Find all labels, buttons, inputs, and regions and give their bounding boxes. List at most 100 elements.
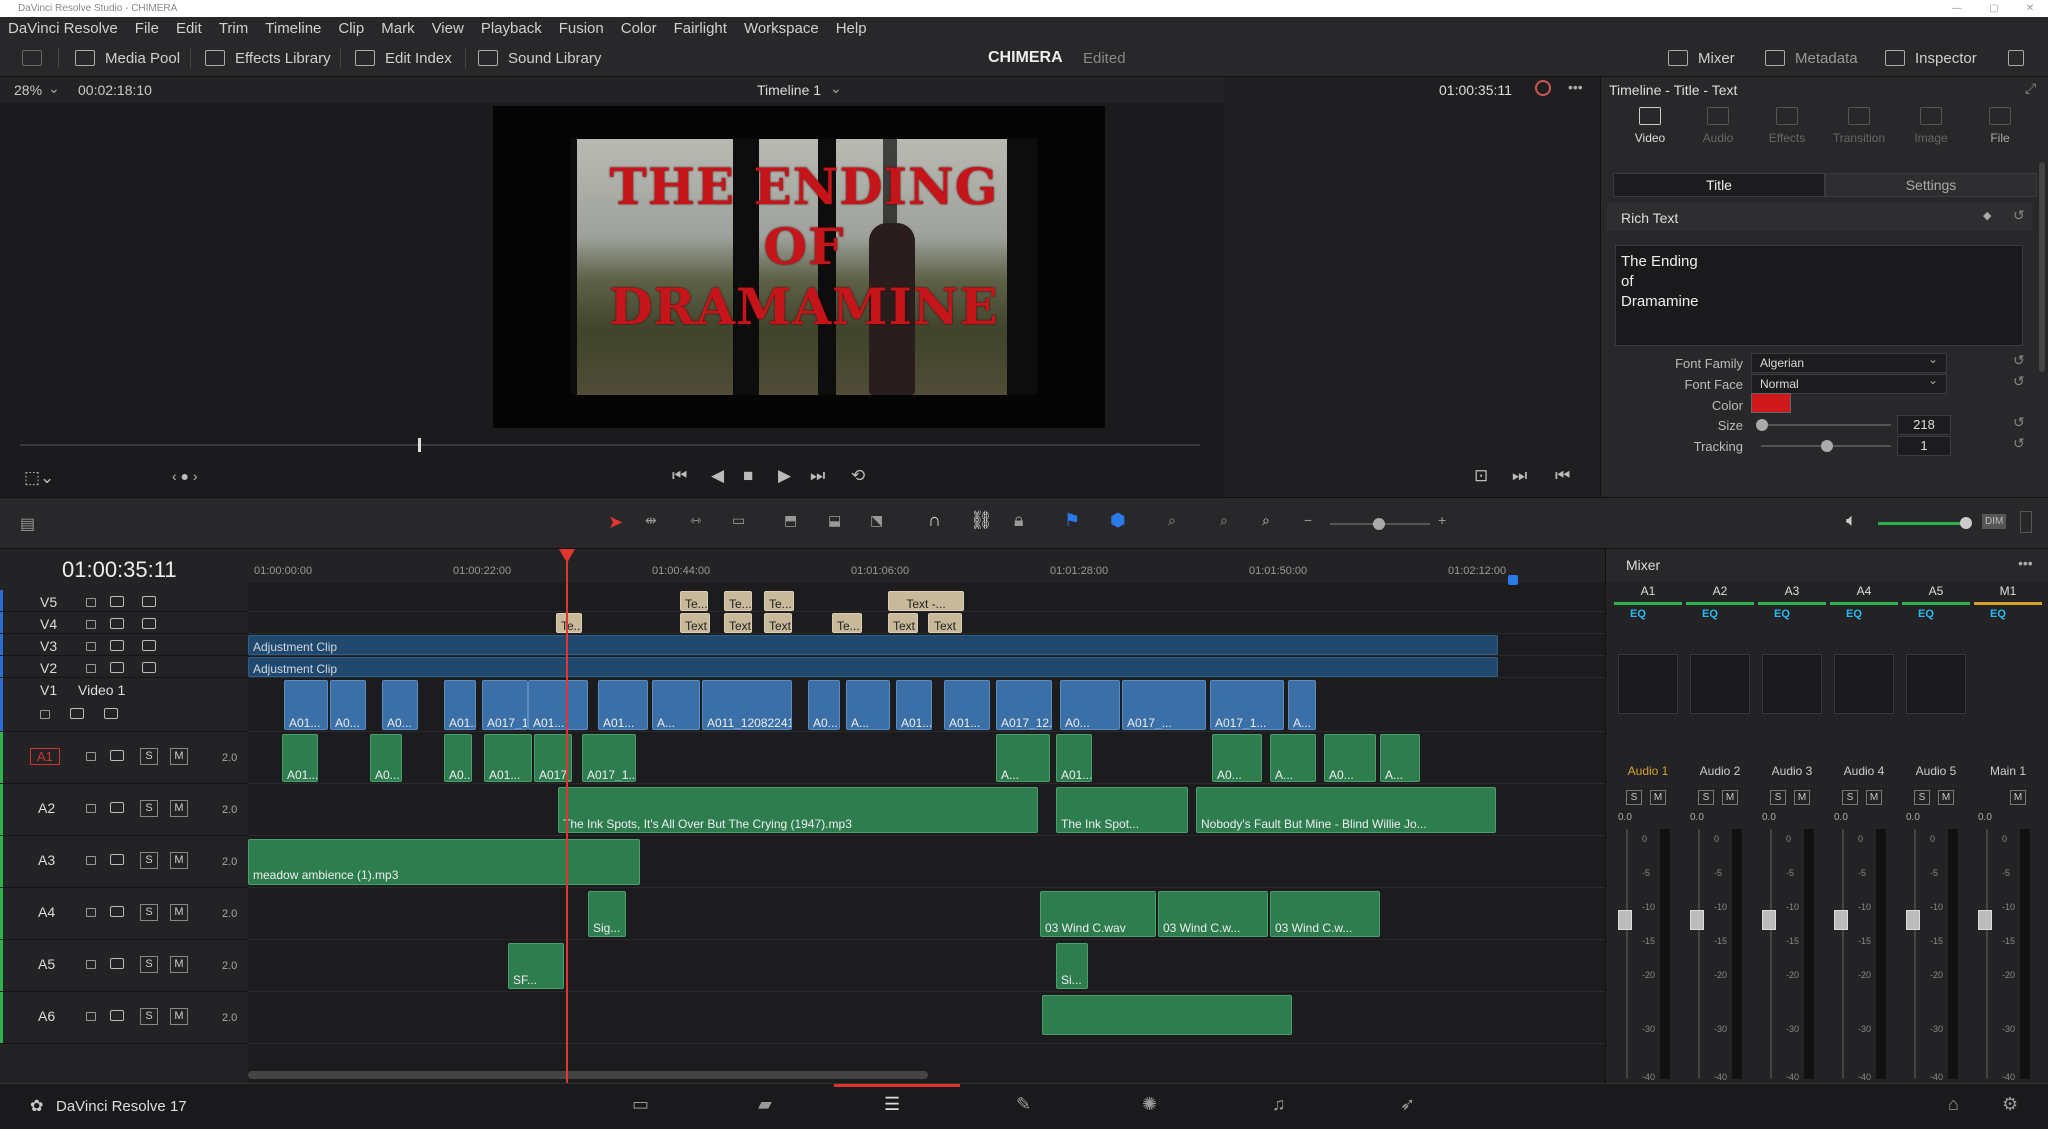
mute-button[interactable]: M [1794, 790, 1810, 805]
timeline-clip[interactable]: Sig... [588, 891, 626, 937]
video-track-header[interactable]: V2 [0, 656, 248, 678]
pan-control[interactable] [1906, 654, 1966, 714]
fader-knob[interactable] [1834, 910, 1848, 930]
mute-button[interactable]: M [2010, 790, 2026, 805]
fusion-page-icon[interactable]: ✎ [1016, 1094, 1031, 1115]
zoom-detail-icon[interactable]: ⌕ [1220, 512, 1228, 529]
mixer-channel[interactable]: A1EQAudio 1SM0.00-5-10-15-20-30-40-50 [1612, 584, 1684, 1108]
timeline-clip[interactable]: Text [888, 613, 918, 633]
inspector-scrollbar[interactable] [2039, 162, 2045, 372]
menu-edit[interactable]: Edit [176, 20, 202, 37]
auto-select-icon[interactable] [110, 750, 124, 761]
eq-button[interactable]: EQ [1846, 608, 1862, 620]
marker-icon[interactable]: ⬢ [1110, 510, 1126, 531]
auto-select-icon[interactable] [110, 662, 124, 673]
zoom-full-icon[interactable]: ⌕ [1168, 512, 1176, 529]
mute-button[interactable]: M [170, 956, 188, 973]
solo-button[interactable]: S [1842, 790, 1858, 805]
timeline-clip[interactable]: 03 Wind C.w... [1158, 891, 1268, 937]
transform-icon[interactable]: ⬚⌄ [24, 468, 54, 488]
overwrite-icon[interactable]: ⬓ [828, 512, 841, 529]
timeline-clip[interactable]: A017_... [1122, 680, 1206, 730]
track-visibility-icon[interactable] [104, 708, 118, 719]
fader-knob[interactable] [1618, 910, 1632, 930]
timeline-tracks[interactable]: Te... Te... Te... Text -... Te... Text Text Tex… [248, 549, 1605, 1083]
track-visibility-icon[interactable] [142, 662, 156, 673]
mixer-channel[interactable]: A2EQAudio 2SM0.00-5-10-15-20-30-40-50 [1684, 584, 1756, 1108]
timeline-clip[interactable]: Te... [556, 613, 582, 633]
menu-timeline[interactable]: Timeline [265, 20, 321, 37]
lock-icon[interactable] [86, 1012, 96, 1021]
menu-color[interactable]: Color [621, 20, 657, 37]
match-frame-icon[interactable]: ⊡ [1474, 466, 1488, 486]
media-page-icon[interactable]: ▭ [632, 1094, 649, 1115]
timeline-clip[interactable]: A... [1288, 680, 1316, 730]
mute-button[interactable]: M [170, 1008, 188, 1025]
lock-icon[interactable] [86, 960, 96, 969]
mixer-channel[interactable]: A5EQAudio 5SM0.00-5-10-15-20-30-40-50 [1900, 584, 1972, 1108]
snapping-icon[interactable]: ∩ [928, 510, 941, 531]
timeline-clip[interactable]: A01... [1056, 734, 1092, 782]
mute-button[interactable]: M [1722, 790, 1738, 805]
link-icon[interactable]: ⛓ [970, 510, 993, 531]
zoom-in-icon[interactable]: + [1438, 512, 1446, 528]
fairlight-page-icon[interactable]: ♫ [1272, 1094, 1286, 1115]
video-track-header[interactable]: V3 [0, 634, 248, 656]
timeline-clip[interactable]: A017_12... [996, 680, 1052, 730]
menu-davinci[interactable]: DaVinci Resolve [8, 20, 118, 37]
video-track-header[interactable]: V1 Video 1 [0, 678, 248, 732]
auto-select-icon[interactable] [110, 618, 124, 629]
timeline-clip[interactable]: A01... [944, 680, 990, 730]
timeline-clip[interactable]: Adjustment Clip [248, 657, 1498, 677]
scrub-handle[interactable] [418, 438, 421, 452]
dynamic-trim-icon[interactable]: ⇿ [690, 512, 702, 529]
timeline-clip[interactable]: A01... [598, 680, 648, 730]
solo-button[interactable]: S [140, 956, 158, 973]
dim-button[interactable]: DIM [1982, 514, 2007, 529]
reset-icon[interactable]: ↺ [2013, 435, 2025, 452]
timeline-clip[interactable]: A01... [528, 680, 588, 730]
size-value[interactable]: 218 [1897, 415, 1951, 435]
tab-file[interactable]: File [1965, 107, 2035, 145]
mute-button[interactable]: M [170, 852, 188, 869]
timeline-clip[interactable]: A01... [444, 680, 476, 730]
timeline-dropdown-icon[interactable]: ⌄ [830, 80, 842, 97]
timeline-clip[interactable]: Te... [764, 591, 794, 611]
timeline-clip[interactable]: A017_1... [482, 680, 528, 730]
timeline-clip[interactable]: A... [1270, 734, 1316, 782]
timeline-clip[interactable]: A0... [1324, 734, 1376, 782]
zoom-level[interactable]: 28% [14, 82, 42, 98]
track-lane[interactable]: meadow ambience (1).mp3 [248, 836, 1605, 888]
subtab-title[interactable]: Title [1613, 173, 1825, 197]
chevron-down-icon[interactable]: ⌄ [48, 80, 60, 97]
solo-button[interactable]: S [1626, 790, 1642, 805]
lock-icon[interactable] [40, 710, 50, 719]
lock-icon[interactable] [86, 664, 96, 673]
metadata-button[interactable]: Metadata [1765, 39, 1858, 77]
menu-workspace[interactable]: Workspace [744, 20, 819, 37]
timeline-clip[interactable]: A0... [1060, 680, 1120, 730]
lock-icon[interactable] [86, 752, 96, 761]
auto-select-icon[interactable] [110, 958, 124, 969]
fader-knob[interactable] [1762, 910, 1776, 930]
gear-icon[interactable]: ⚙ [2002, 1094, 2018, 1115]
timeline-clip[interactable] [1042, 995, 1292, 1035]
audio-track-header[interactable]: A4 S M 2.0 [0, 888, 248, 940]
next-edit-icon[interactable]: ⏭ [1512, 466, 1527, 486]
track-lane[interactable]: Sig... 03 Wind C.wav 03 Wind C.w... 03 Wind… [248, 888, 1605, 940]
timeline-clip[interactable]: A0... [330, 680, 366, 730]
replace-icon[interactable]: ⬔ [870, 512, 883, 529]
close-icon[interactable]: ✕ [2026, 0, 2034, 17]
jog-icon[interactable]: ‹ ● › [172, 468, 198, 484]
mute-button[interactable]: M [170, 904, 188, 921]
timeline-clip[interactable]: Te... [680, 591, 708, 611]
timeline-clip[interactable]: The Ink Spot... [1056, 787, 1188, 833]
timeline-clip[interactable]: 03 Wind C.w... [1270, 891, 1380, 937]
eq-button[interactable]: EQ [1630, 608, 1646, 620]
marker[interactable] [1508, 575, 1518, 585]
timeline-clip[interactable]: The Ink Spots, It's All Over But The Cry… [558, 787, 1038, 833]
position-lock-icon[interactable]: 🔒︎ [1014, 510, 1024, 531]
pan-control[interactable] [1690, 654, 1750, 714]
track-lane[interactable]: Te... Te... Te... Text -... [248, 590, 1605, 612]
solo-button[interactable]: S [140, 800, 158, 817]
